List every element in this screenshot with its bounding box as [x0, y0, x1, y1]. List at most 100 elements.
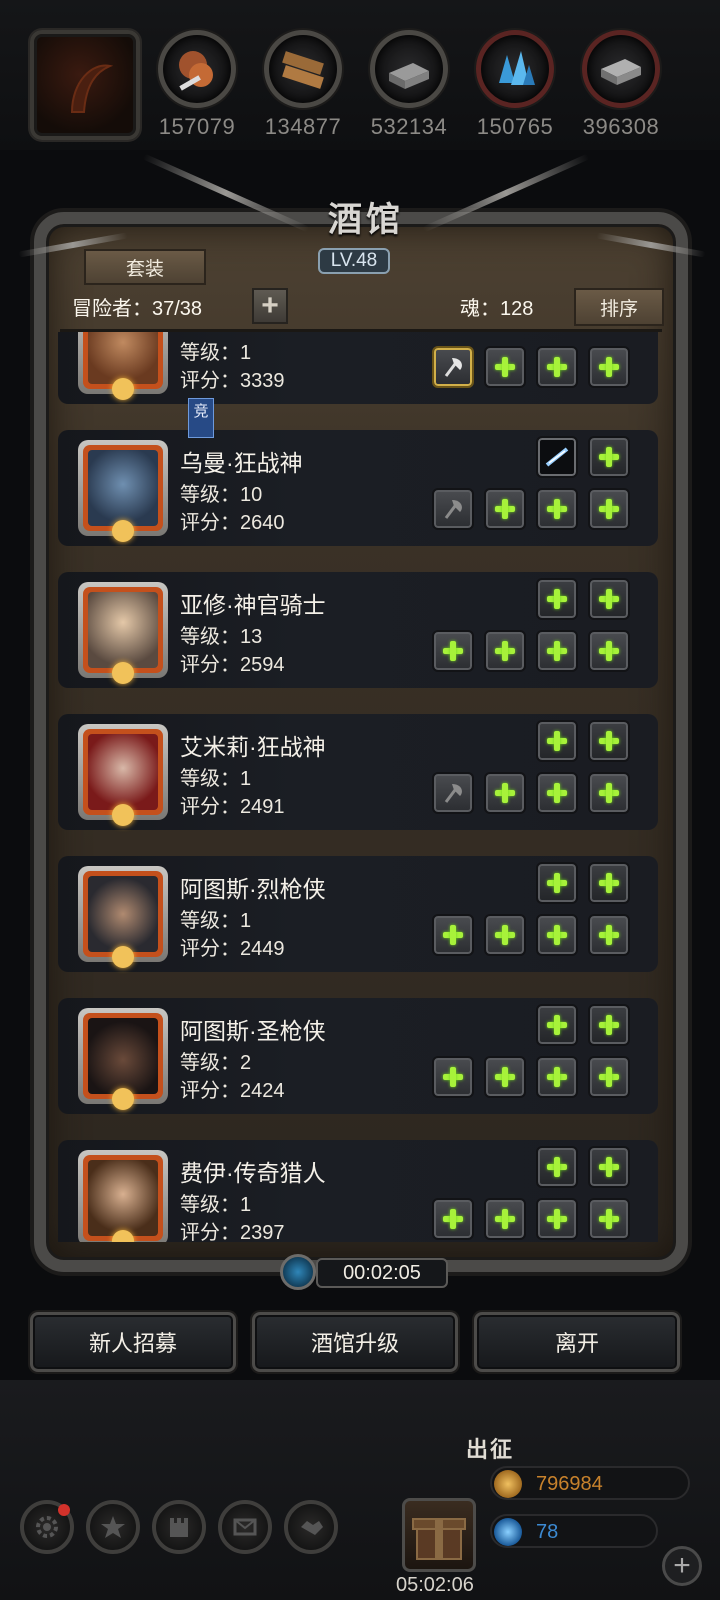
accessory-slot[interactable] — [588, 346, 630, 388]
plus-icon — [599, 783, 619, 803]
axe-equip-slot[interactable] — [432, 346, 474, 388]
gift-icon — [412, 1518, 466, 1560]
accessory-slot[interactable] — [588, 630, 630, 672]
plus-icon — [599, 1015, 619, 1035]
skill-slot[interactable] — [588, 436, 630, 478]
plus-icon — [599, 925, 619, 945]
tavern-level: LV.48 — [318, 248, 390, 274]
gold-coin-icon — [494, 1470, 522, 1498]
hero-avatar — [78, 332, 168, 400]
gift-box-button[interactable] — [402, 1498, 476, 1572]
resource-steel[interactable]: 396308 — [576, 30, 666, 140]
achievement-nav-button[interactable] — [86, 1500, 140, 1554]
skill-slot[interactable] — [588, 720, 630, 762]
weapon-slot[interactable] — [432, 914, 474, 956]
weapon-slot[interactable] — [432, 1056, 474, 1098]
resource-meat[interactable]: 157079 — [152, 30, 242, 140]
plus-icon — [495, 1209, 515, 1229]
moon-icon — [112, 378, 134, 400]
skill-slot[interactable] — [536, 1004, 578, 1046]
add-gems-button[interactable]: + — [662, 1546, 702, 1586]
leave-button[interactable]: 离开 — [474, 1312, 680, 1372]
suit-button[interactable]: 套装 — [84, 249, 206, 285]
meat-icon — [163, 35, 231, 103]
skill-slot[interactable] — [588, 1004, 630, 1046]
settings-nav-button[interactable] — [20, 1500, 74, 1554]
castle-nav-button[interactable] — [152, 1500, 206, 1554]
armor-slot[interactable] — [484, 346, 526, 388]
accessory-slot[interactable] — [536, 1056, 578, 1098]
armor-slot[interactable] — [484, 914, 526, 956]
weapon-slot[interactable] — [432, 488, 474, 530]
armor-slot[interactable] — [484, 1056, 526, 1098]
accessory-slot[interactable] — [588, 914, 630, 956]
accessory-slot[interactable] — [536, 346, 578, 388]
accessory-slot[interactable] — [588, 488, 630, 530]
accessory-slot[interactable] — [588, 1056, 630, 1098]
depart-label[interactable]: 出征 — [466, 1432, 514, 1464]
resource-bar: 157079 134877 532134 150765 396308 — [0, 0, 720, 150]
accessory-slot[interactable] — [536, 1198, 578, 1240]
blade-skill-icon — [545, 447, 569, 467]
skill-slot[interactable] — [588, 862, 630, 904]
resource-iron[interactable]: 532134 — [364, 30, 454, 140]
skill-slot[interactable] — [536, 862, 578, 904]
resource-value: 134877 — [264, 114, 342, 139]
hero-avatar — [78, 866, 168, 968]
resource-crystal[interactable]: 150765 — [470, 30, 560, 140]
hero-card[interactable]: 亚修·神官骑士 等级：13 评分：2594 — [58, 572, 658, 688]
armor-slot[interactable] — [484, 488, 526, 530]
armor-slot[interactable] — [484, 630, 526, 672]
plus-icon — [495, 641, 515, 661]
axe-icon — [444, 358, 462, 377]
skill-slot[interactable] — [536, 436, 578, 478]
weapon-slot[interactable] — [432, 772, 474, 814]
plus-icon — [599, 499, 619, 519]
accessory-slot[interactable] — [536, 488, 578, 530]
skill-slot[interactable] — [588, 1146, 630, 1188]
weapon-slot[interactable] — [432, 630, 474, 672]
armor-slot[interactable] — [484, 1198, 526, 1240]
plus-icon — [599, 447, 619, 467]
plus-icon — [547, 589, 567, 609]
hero-name: 乌曼·狂战神 — [180, 450, 303, 476]
plus-icon — [547, 1015, 567, 1035]
armor-slot[interactable] — [484, 772, 526, 814]
player-portrait[interactable] — [30, 30, 140, 140]
accessory-slot[interactable] — [588, 1198, 630, 1240]
hero-card[interactable]: 艾米莉·狂战神 等级：1 评分：2491 — [58, 714, 658, 830]
moon-icon — [112, 946, 134, 968]
hero-score: 评分：3339 — [180, 370, 285, 392]
skill-slot[interactable] — [536, 578, 578, 620]
recruit-button[interactable]: 新人招募 — [30, 1312, 236, 1372]
skill-slot[interactable] — [536, 1146, 578, 1188]
hero-card[interactable]: 乌曼·狂战神 等级：10 评分：2640 — [58, 430, 658, 546]
resource-wood[interactable]: 134877 — [258, 30, 348, 140]
adventurer-count: 冒险者：37/38 — [72, 298, 203, 320]
accessory-slot[interactable] — [536, 914, 578, 956]
axe-icon — [444, 500, 462, 519]
hero-card[interactable]: 阿图斯·圣枪侠 等级：2 评分：2424 — [58, 998, 658, 1114]
handshake-nav-button[interactable] — [284, 1500, 338, 1554]
accessory-slot[interactable] — [588, 772, 630, 814]
mail-nav-button[interactable] — [218, 1500, 272, 1554]
gem-icon — [494, 1518, 522, 1546]
hero-list[interactable]: 等级：1 评分：3339 乌曼·狂战神 等级：10 评分：2640 亚修·神官骑… — [58, 332, 666, 1242]
accessory-slot[interactable] — [536, 772, 578, 814]
skill-slot[interactable] — [588, 578, 630, 620]
hero-card[interactable]: 等级：1 评分：3339 — [58, 332, 658, 404]
upgrade-tavern-button[interactable]: 酒馆升级 — [252, 1312, 458, 1372]
accessory-slot[interactable] — [536, 630, 578, 672]
hero-card[interactable]: 阿图斯·烈枪侠 等级：1 评分：2449 — [58, 856, 658, 972]
skill-slot[interactable] — [536, 720, 578, 762]
plus-icon — [495, 783, 515, 803]
add-adventurer-slot-button[interactable]: + — [252, 288, 288, 324]
gift-timer: 05:02:06 — [396, 1574, 474, 1596]
axe-icon — [444, 784, 462, 803]
weapon-slot[interactable] — [432, 1198, 474, 1240]
iron-icon — [375, 35, 443, 103]
gem-counter: 78 — [490, 1514, 658, 1548]
gem-value: 78 — [536, 1521, 559, 1543]
sort-button[interactable]: 排序 — [574, 288, 664, 326]
hero-card[interactable]: 费伊·传奇猎人 等级：1 评分：2397 — [58, 1140, 658, 1242]
